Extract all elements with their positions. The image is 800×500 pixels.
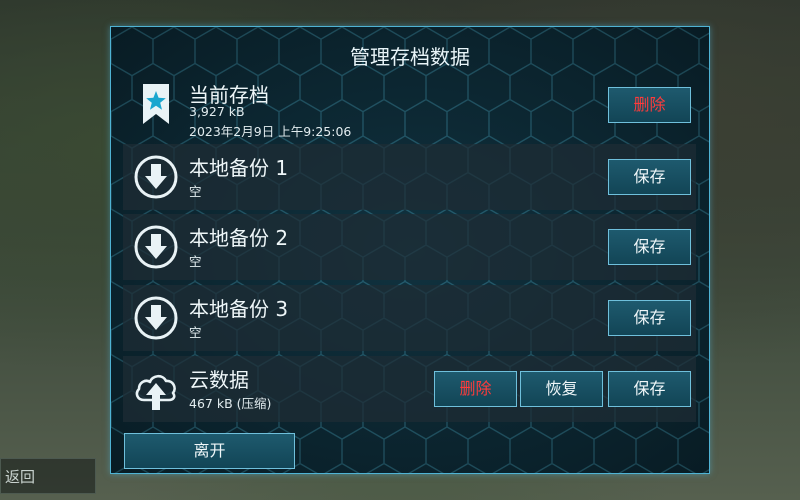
cloud-data-row: 云数据 467 kB (压缩) 删除 恢复 保存 [123, 356, 696, 422]
local-backup-title: 本地备份 3 [189, 297, 289, 321]
background-back-label: 返回 [0, 458, 96, 494]
local-backup-row-1: 本地备份 1 空 保存 [123, 144, 696, 210]
local-backup-row-3: 本地备份 3 空 保存 [123, 285, 696, 351]
cloud-upload-icon [135, 374, 176, 410]
local-backup-row-2: 本地备份 2 空 保存 [123, 214, 696, 280]
leave-button[interactable]: 离开 [124, 433, 295, 469]
local-backup-3-save-button[interactable]: 保存 [608, 300, 691, 336]
cloud-data-size: 467 kB (压缩) [189, 396, 272, 411]
bookmark-star-icon [143, 84, 169, 124]
current-save-row: 当前存档 3,927 kB 2023年2月9日 上午9:25:06 删除 [123, 71, 696, 139]
local-backup-2-save-button[interactable]: 保存 [608, 229, 691, 265]
local-backup-status: 空 [189, 325, 202, 340]
local-backup-1-save-button[interactable]: 保存 [608, 159, 691, 195]
download-arrow-icon [134, 155, 178, 199]
cloud-delete-button[interactable]: 删除 [434, 371, 517, 407]
local-backup-status: 空 [189, 254, 202, 269]
save-manager-dialog: 管理存档数据 当前存档 3,927 kB 2023年2月9日 上午9:25:06… [110, 26, 710, 474]
download-arrow-icon [134, 296, 178, 340]
cloud-restore-button[interactable]: 恢复 [520, 371, 603, 407]
local-backup-title: 本地备份 1 [189, 156, 289, 180]
local-backup-status: 空 [189, 184, 202, 199]
dialog-title: 管理存档数据 [350, 45, 470, 69]
current-save-delete-button[interactable]: 删除 [608, 87, 691, 123]
cloud-save-button[interactable]: 保存 [608, 371, 691, 407]
local-backup-title: 本地备份 2 [189, 226, 289, 250]
download-arrow-icon [134, 225, 178, 269]
current-save-size: 3,927 kB [189, 104, 245, 119]
cloud-data-title: 云数据 [189, 368, 249, 392]
current-save-date: 2023年2月9日 上午9:25:06 [189, 124, 352, 139]
